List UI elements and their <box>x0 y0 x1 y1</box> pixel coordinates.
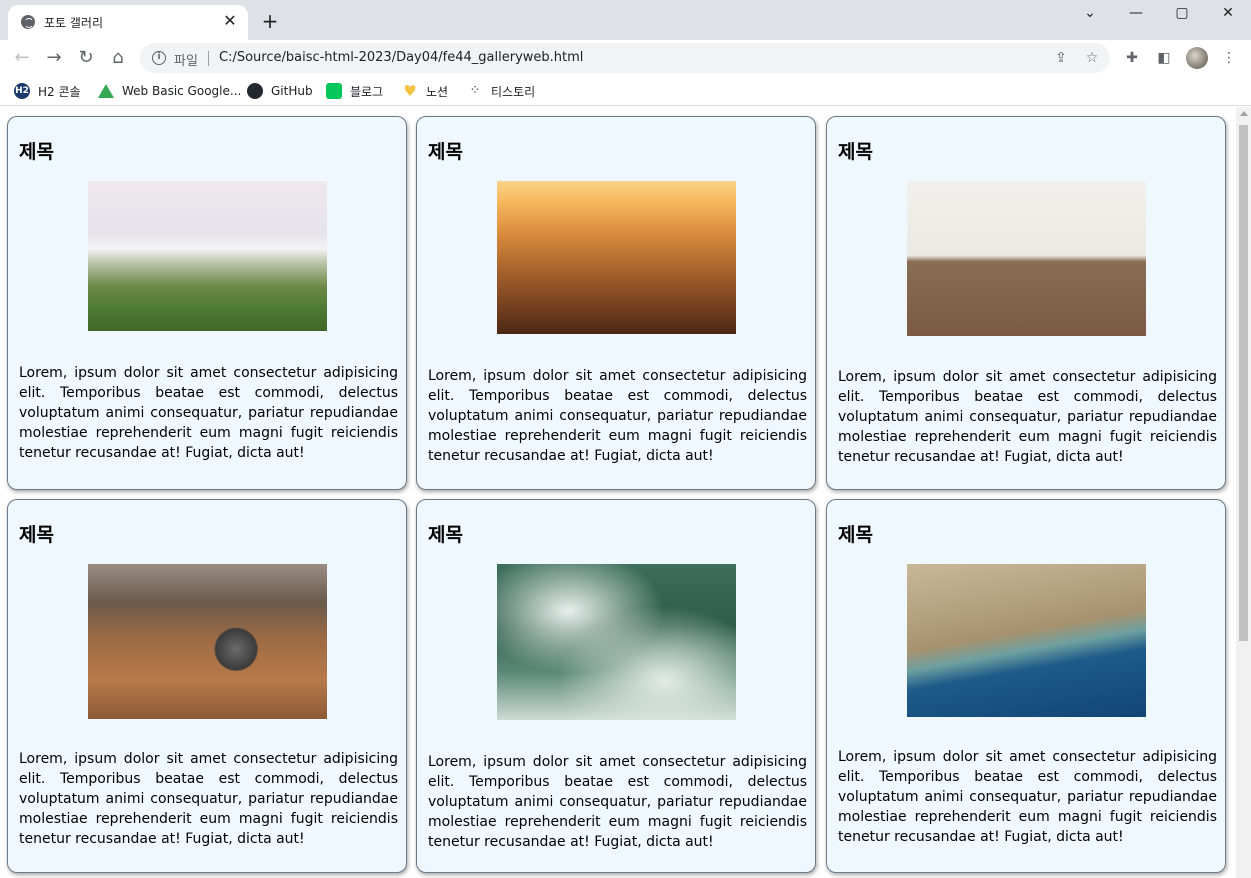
globe-icon <box>21 15 35 29</box>
field-photo <box>907 181 1146 336</box>
bookmark-h2[interactable]: H2 H2 콘솔 <box>14 81 81 101</box>
tab-gallery[interactable]: 포토 갤러리 ✕ <box>8 5 248 40</box>
card-text: Lorem, ipsum dolor sit amet consectetur … <box>838 749 1217 845</box>
scrollbar-thumb[interactable] <box>1239 125 1248 641</box>
tab-search-button[interactable]: ⌄ <box>1067 0 1113 30</box>
heart-icon: ♥ <box>403 82 417 100</box>
home-button[interactable]: ⌂ <box>107 47 129 69</box>
forward-button[interactable]: → <box>43 47 65 69</box>
gallery-card: 제목 Lorem, ipsum dolor sit amet consectet… <box>7 116 407 490</box>
google-drive-icon <box>98 84 114 98</box>
naver-blog-icon <box>326 83 342 99</box>
bookmark-tistory[interactable]: ⁘ 티스토리 <box>467 81 536 101</box>
minimize-button[interactable]: — <box>1113 0 1159 30</box>
puzzle-icon[interactable]: ✚ <box>1123 49 1141 67</box>
card-title: 제목 <box>19 524 54 546</box>
star-icon[interactable]: ☆ <box>1083 49 1101 67</box>
gallery-card: 제목 Lorem, ipsum dolor sit amet consectet… <box>7 499 407 873</box>
desk-tools-photo <box>88 564 327 719</box>
new-tab-button[interactable]: + <box>258 9 282 33</box>
card-title: 제목 <box>838 141 873 163</box>
bookmark-label: Web Basic Google... <box>122 84 242 98</box>
back-button[interactable]: ← <box>11 47 33 69</box>
browser-chrome: 포토 갤러리 ✕ + ⌄ — ▢ ✕ ← → ↻ ⌂ i 파일 C:/Sourc… <box>0 0 1251 106</box>
bookmark-label: 노션 <box>426 84 449 99</box>
bookmarks-bar: H2 H2 콘솔 Web Basic Google... GitHub 블로그 … <box>0 76 1251 106</box>
card-title: 제목 <box>19 141 54 163</box>
bookmark-github[interactable]: GitHub <box>247 81 313 101</box>
github-icon <box>247 83 263 99</box>
close-window-button[interactable]: ✕ <box>1205 0 1251 30</box>
card-text: Lorem, ipsum dolor sit amet consectetur … <box>19 365 398 461</box>
card-text: Lorem, ipsum dolor sit amet consectetur … <box>428 368 807 464</box>
gallery-card: 제목 Lorem, ipsum dolor sit amet consectet… <box>826 116 1226 490</box>
tab-strip: 포토 갤러리 ✕ + ⌄ — ▢ ✕ <box>0 0 1251 40</box>
coastline-aerial-photo <box>907 564 1146 717</box>
gallery-card: 제목 Lorem, ipsum dolor sit amet consectet… <box>416 116 816 490</box>
ocean-waves-photo <box>497 564 736 720</box>
maximize-button[interactable]: ▢ <box>1159 0 1205 30</box>
card-title: 제목 <box>838 524 873 546</box>
tab-title: 포토 갤러리 <box>44 16 104 30</box>
gallery-card: 제목 Lorem, ipsum dolor sit amet consectet… <box>416 499 816 873</box>
bookmark-label: 블로그 <box>350 84 384 99</box>
kebab-menu-icon[interactable]: ⋮ <box>1220 49 1238 67</box>
bookmark-blog[interactable]: 블로그 <box>326 81 383 101</box>
tistory-icon: ⁘ <box>469 83 481 98</box>
scheme-label: 파일 <box>174 54 198 69</box>
bookmark-label: GitHub <box>271 84 313 98</box>
vertical-scrollbar[interactable] <box>1236 107 1251 878</box>
card-title: 제목 <box>428 524 463 546</box>
card-text: Lorem, ipsum dolor sit amet consectetur … <box>428 754 807 850</box>
avatar[interactable] <box>1186 47 1208 69</box>
address-bar[interactable]: i 파일 C:/Source/baisc-html-2023/Day04/fe4… <box>140 43 1110 73</box>
reload-button[interactable]: ↻ <box>75 47 97 69</box>
city-sunset-photo <box>497 181 736 334</box>
gallery-card: 제목 Lorem, ipsum dolor sit amet consectet… <box>826 499 1226 873</box>
card-text: Lorem, ipsum dolor sit amet consectetur … <box>19 751 398 847</box>
bookmark-notion[interactable]: ♥ 노션 <box>402 81 448 101</box>
tab-close-button[interactable]: ✕ <box>220 11 240 31</box>
bookmark-google-drive[interactable]: Web Basic Google... <box>98 81 241 101</box>
mountain-fog-photo <box>88 181 327 331</box>
share-icon[interactable]: ⇪ <box>1052 49 1070 67</box>
toolbar: ← → ↻ ⌂ i 파일 C:/Source/baisc-html-2023/D… <box>0 40 1251 76</box>
card-title: 제목 <box>428 141 463 163</box>
scroll-up-arrow[interactable] <box>1240 111 1248 116</box>
sidepanel-icon[interactable]: ◧ <box>1155 49 1173 67</box>
card-text: Lorem, ipsum dolor sit amet consectetur … <box>838 369 1217 465</box>
bookmark-label: H2 콘솔 <box>38 84 81 99</box>
page-viewport: 제목 Lorem, ipsum dolor sit amet consectet… <box>0 107 1236 878</box>
h2-icon: H2 <box>14 83 30 99</box>
divider <box>208 51 209 66</box>
bookmark-label: 티스토리 <box>491 84 536 99</box>
url-text[interactable]: C:/Source/baisc-html-2023/Day04/fe44_gal… <box>219 50 583 65</box>
info-icon[interactable]: i <box>152 51 166 65</box>
